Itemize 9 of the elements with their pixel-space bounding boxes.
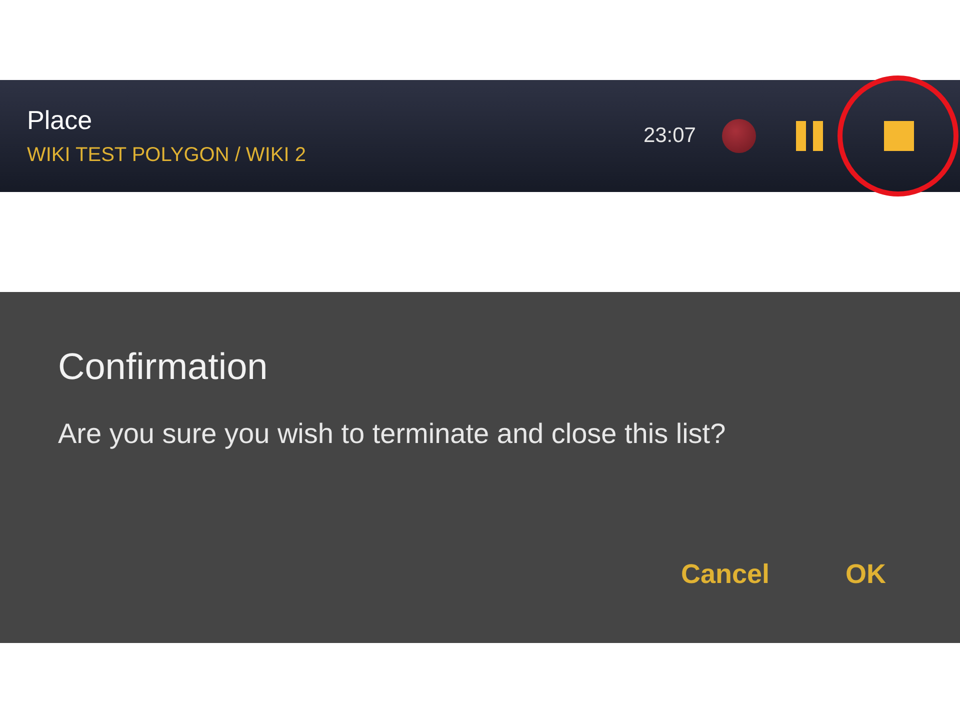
pause-icon [796,121,824,151]
dialog-title: Confirmation [58,346,269,388]
dialog-message: Are you sure you wish to terminate and close this list? [58,418,727,450]
toolbar-subtitle: WIKI TEST POLYGON / WIKI 2 [27,144,307,167]
cancel-button[interactable]: Cancel [664,555,786,594]
stop-icon [884,121,914,151]
timer: 23:07 [643,124,696,148]
toolbar-title: Place [27,105,94,136]
ok-button[interactable]: OK [830,555,902,594]
